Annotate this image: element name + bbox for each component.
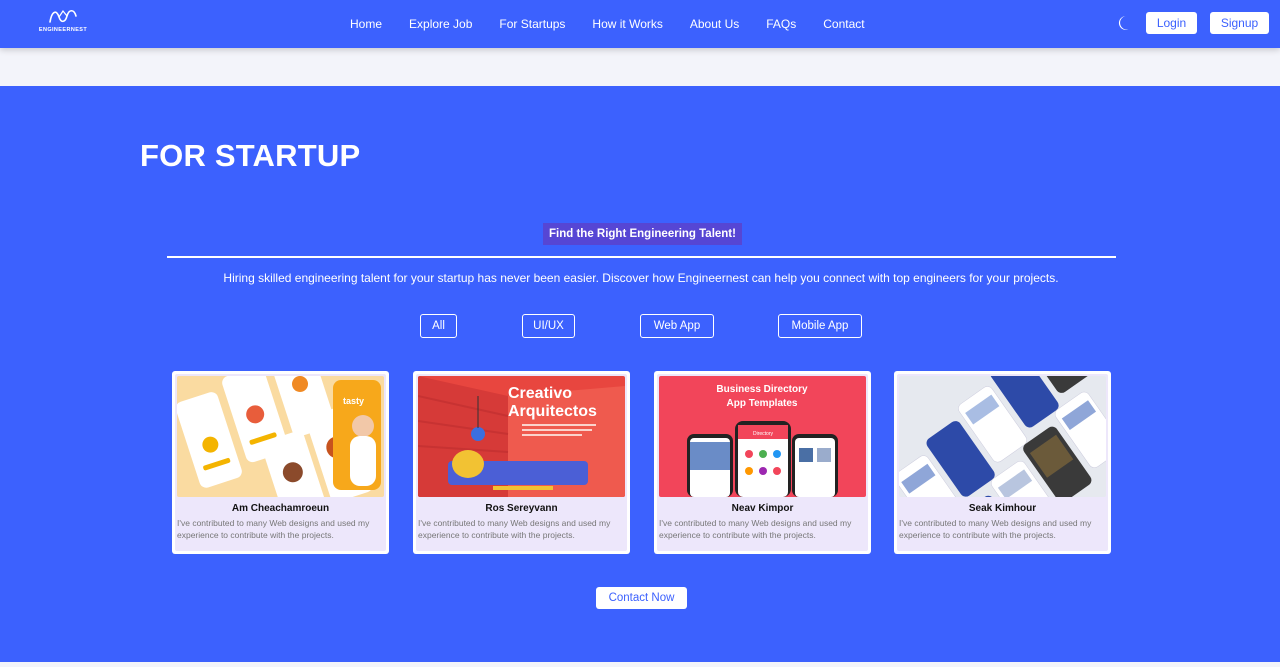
nav-links: Home Explore Job For Startups How it Wor… bbox=[350, 0, 865, 48]
nav-contact[interactable]: Contact bbox=[823, 17, 864, 31]
startup-section: FOR STARTUP Find the Right Engineering T… bbox=[0, 86, 1280, 662]
portfolio-card[interactable]: Seak Kimhour I've contributed to many We… bbox=[894, 371, 1111, 554]
card-description: I've contributed to many Web designs and… bbox=[177, 518, 370, 540]
nav-about-us[interactable]: About Us bbox=[690, 17, 739, 31]
card-body: Business Directory App Templates Directo… bbox=[657, 374, 868, 551]
card-description: I've contributed to many Web designs and… bbox=[418, 518, 611, 540]
filter-uiux-button[interactable]: UI/UX bbox=[522, 314, 575, 338]
card-body: Seak Kimhour I've contributed to many We… bbox=[897, 374, 1108, 551]
divider bbox=[167, 256, 1116, 258]
login-button[interactable]: Login bbox=[1146, 12, 1197, 34]
portfolio-card[interactable]: tasty Am Cheachamroeun I've contributed … bbox=[172, 371, 389, 554]
card-image-real-estate-app bbox=[899, 376, 1106, 497]
logo-text: ENGINEERNEST bbox=[38, 27, 88, 33]
card-name: Am Cheachamroeun bbox=[231, 503, 330, 514]
card-image-text: tasty bbox=[343, 396, 364, 406]
card-image-food-app: tasty bbox=[177, 376, 384, 497]
nav-home[interactable]: Home bbox=[350, 17, 382, 31]
logo[interactable]: ENGINEERNEST bbox=[38, 8, 88, 40]
nav-for-startups[interactable]: For Startups bbox=[499, 17, 565, 31]
description: Hiring skilled engineering talent for yo… bbox=[223, 271, 1059, 285]
top-strip bbox=[0, 48, 1280, 86]
card-image-title: Creativo bbox=[508, 385, 572, 402]
card-image-subtitle: Arquitectos bbox=[508, 403, 597, 420]
subtitle-badge: Find the Right Engineering Talent! bbox=[543, 223, 742, 245]
filter-all-button[interactable]: All bbox=[420, 314, 457, 338]
card-image-subtitle: App Templates bbox=[727, 398, 798, 409]
card-image-title: Business Directory bbox=[716, 384, 808, 395]
portfolio-card[interactable]: Creativo Arquitectos Ros Sereyvann I've … bbox=[413, 371, 630, 554]
filter-web-app-button[interactable]: Web App bbox=[640, 314, 714, 338]
card-name: Ros Sereyvann bbox=[485, 503, 558, 514]
contact-now-button[interactable]: Contact Now bbox=[596, 587, 687, 609]
card-description: I've contributed to many Web designs and… bbox=[659, 518, 852, 540]
moon-icon[interactable] bbox=[1116, 14, 1134, 32]
nav-explore-job[interactable]: Explore Job bbox=[409, 17, 472, 31]
card-name: Neav Kimpor bbox=[731, 503, 794, 514]
page-title: FOR STARTUP bbox=[140, 138, 361, 173]
card-image-business-directory: Business Directory App Templates Directo… bbox=[659, 376, 866, 497]
footer-strip bbox=[0, 662, 1280, 667]
portfolio-card[interactable]: Business Directory App Templates Directo… bbox=[654, 371, 871, 554]
navbar: ENGINEERNEST Home Explore Job For Startu… bbox=[0, 0, 1280, 48]
card-image-screen-title: Directory bbox=[753, 431, 774, 437]
nav-faqs[interactable]: FAQs bbox=[766, 17, 796, 31]
card-body: Creativo Arquitectos Ros Sereyvann I've … bbox=[416, 374, 627, 551]
logo-icon bbox=[49, 9, 77, 23]
card-description: I've contributed to many Web designs and… bbox=[899, 518, 1092, 540]
card-body: tasty Am Cheachamroeun I've contributed … bbox=[175, 374, 386, 551]
card-image-architecture: Creativo Arquitectos bbox=[418, 376, 625, 497]
filter-mobile-app-button[interactable]: Mobile App bbox=[778, 314, 862, 338]
card-name: Seak Kimhour bbox=[968, 503, 1037, 514]
nav-how-it-works[interactable]: How it Works bbox=[592, 17, 662, 31]
signup-button[interactable]: Signup bbox=[1210, 12, 1269, 34]
